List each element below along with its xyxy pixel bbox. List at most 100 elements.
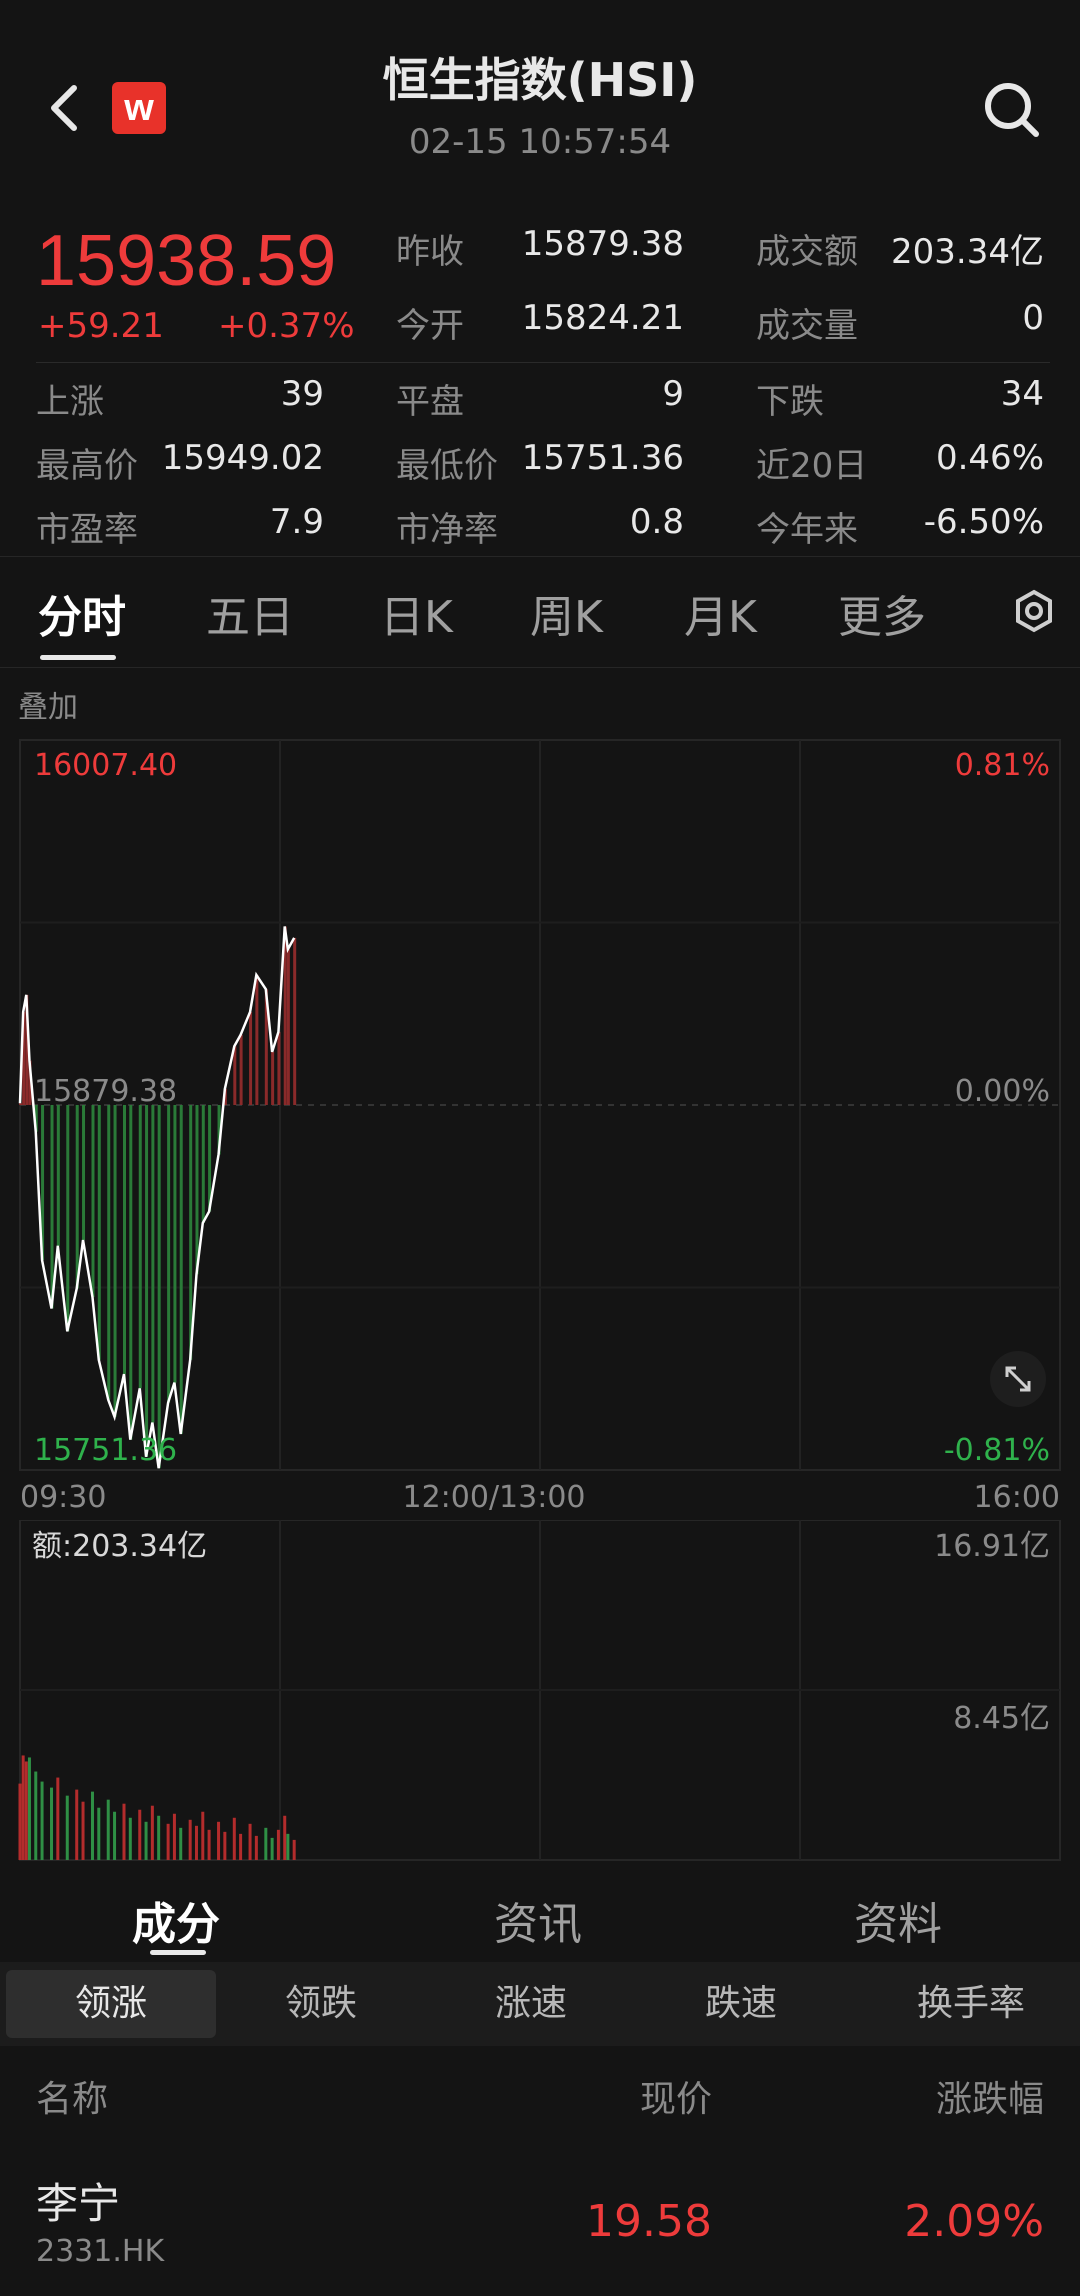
turnover-label: 成交额 xyxy=(756,232,858,272)
search-button[interactable] xyxy=(980,78,1044,142)
subtab-top-gainers[interactable]: 领涨 xyxy=(6,1970,216,2038)
histogram-bar xyxy=(56,1105,60,1246)
advancers-label: 上涨 xyxy=(36,382,104,422)
tab-intraday[interactable]: 分时 xyxy=(38,581,126,645)
intraday-chart[interactable]: 16007.40 15879.38 15751.36 0.81% 0.00% -0.81%… xyxy=(0,735,1080,1515)
volume-grid xyxy=(19,1520,1061,1861)
turnover-value: 203.34亿 xyxy=(891,232,1044,272)
subtab-top-losers[interactable]: 领跌 xyxy=(216,1970,426,2038)
open-label: 今开 xyxy=(396,306,464,346)
high-value: 15949.02 xyxy=(161,438,324,478)
volume-bar xyxy=(264,1827,268,1860)
quote-datetime: 02-15 10:57:54 xyxy=(408,122,672,162)
histogram-bar xyxy=(138,1105,142,1389)
pe-value: 7.9 xyxy=(269,502,324,542)
volume-bar xyxy=(254,1835,258,1860)
tab-weekly-k[interactable]: 周K xyxy=(530,581,603,645)
header: w 恒生指数(HSI) 02-15 10:57:54 xyxy=(0,0,1080,200)
section-tabs: 成分 资讯 资料 xyxy=(0,1880,1080,1960)
subtab-fast-falling[interactable]: 跌速 xyxy=(636,1970,846,2038)
volume-bar xyxy=(56,1777,60,1860)
x-label-lunch: 12:00/13:00 xyxy=(402,1480,585,1515)
histogram-bar xyxy=(249,1011,253,1105)
volume-bar xyxy=(283,1815,287,1860)
histogram-bar xyxy=(233,1046,237,1105)
volume-bar xyxy=(276,1829,280,1860)
y-label-high-pct: 0.81% xyxy=(955,748,1050,783)
y-label-base-pct: 0.00% xyxy=(955,1074,1050,1109)
volume-bar xyxy=(90,1791,94,1860)
subtab-turnover-rate[interactable]: 换手率 xyxy=(866,1970,1076,2038)
price-change: +59.21 xyxy=(38,306,164,346)
chart-settings-button[interactable] xyxy=(1012,589,1056,633)
histogram-bar xyxy=(239,1034,243,1105)
histogram-bar xyxy=(195,1105,199,1275)
tab-profile[interactable]: 资料 xyxy=(854,1888,942,1952)
header-change[interactable]: 涨跌幅 xyxy=(936,2070,1044,2122)
pb-value: 0.8 xyxy=(629,502,684,542)
tab-daily-k[interactable]: 日K xyxy=(380,581,453,645)
ranking-tabs: 领涨 领跌 涨速 跌速 换手率 xyxy=(0,1962,1080,2046)
volume-mid-label: 8.45亿 xyxy=(953,1701,1050,1736)
histogram-bar xyxy=(151,1105,155,1423)
volume-max-label: 16.91亿 xyxy=(934,1529,1050,1564)
volume-bar xyxy=(138,1809,142,1860)
volume-bar xyxy=(40,1781,44,1860)
volume-bar xyxy=(27,1757,31,1860)
pe-label: 市盈率 xyxy=(36,510,138,550)
volume-bar xyxy=(24,1761,28,1860)
active-section-indicator xyxy=(150,1950,206,1955)
header-name: 名称 xyxy=(36,2079,109,2120)
histogram-bar xyxy=(179,1105,183,1434)
y-label-low: 15751.36 xyxy=(34,1433,177,1468)
histogram-bar xyxy=(286,949,290,1105)
volume-bar xyxy=(201,1811,205,1860)
histogram-bar xyxy=(91,1105,95,1298)
stock-change: 2.09% xyxy=(904,2196,1044,2247)
histogram-bar xyxy=(271,1051,275,1105)
volume-bar xyxy=(207,1829,211,1860)
tab-constituents[interactable]: 成分 xyxy=(132,1888,220,1952)
header-price[interactable]: 现价 xyxy=(640,2070,712,2122)
volume-bar xyxy=(75,1789,79,1860)
histogram-bar xyxy=(50,1105,54,1309)
volume-bar xyxy=(194,1825,198,1860)
histogram-bar xyxy=(66,1105,70,1332)
volume-bar xyxy=(144,1821,148,1860)
tab-more[interactable]: 更多 xyxy=(838,581,926,645)
volume-bar xyxy=(97,1807,101,1860)
histogram-bar xyxy=(277,1031,281,1105)
volume-bar xyxy=(34,1771,38,1860)
twenty-day-label: 近20日 xyxy=(756,446,868,486)
low-label: 最低价 xyxy=(396,446,498,486)
tab-five-day[interactable]: 五日 xyxy=(206,581,294,645)
volume-bar xyxy=(270,1837,274,1860)
expand-chart-button[interactable] xyxy=(990,1351,1046,1407)
open-value: 15824.21 xyxy=(521,298,684,338)
price-line xyxy=(18,926,296,1469)
list-header: 名称 现价 涨跌幅 xyxy=(0,2070,1080,2140)
histogram-bar xyxy=(167,1105,171,1403)
tab-monthly-k[interactable]: 月K xyxy=(684,581,757,645)
decliners-label: 下跌 xyxy=(756,382,824,422)
volume-bar xyxy=(239,1833,243,1860)
histogram-bar xyxy=(173,1105,177,1383)
prev-close-value: 15879.38 xyxy=(521,224,684,264)
volume-bar xyxy=(157,1815,161,1860)
histogram-bar xyxy=(123,1105,126,1375)
overlay-button[interactable]: 叠加 xyxy=(18,682,78,726)
volume-bar xyxy=(286,1833,290,1860)
histogram-bar xyxy=(82,1105,86,1241)
advancers-value: 39 xyxy=(280,374,324,414)
tab-news[interactable]: 资讯 xyxy=(494,1888,582,1952)
volume-bar xyxy=(232,1817,236,1860)
subtab-fast-rising[interactable]: 涨速 xyxy=(426,1970,636,2038)
histogram-bar xyxy=(255,974,259,1105)
volume-bar xyxy=(21,1755,25,1860)
histogram-bar xyxy=(189,1105,193,1360)
stock-name: 李宁 xyxy=(36,2179,121,2228)
volume-bar xyxy=(172,1813,176,1860)
histogram-bar xyxy=(145,1105,149,1457)
list-item[interactable]: 李宁 2331.HK 19.58 2.09% xyxy=(0,2170,1080,2290)
price-line-layer xyxy=(18,926,296,1469)
